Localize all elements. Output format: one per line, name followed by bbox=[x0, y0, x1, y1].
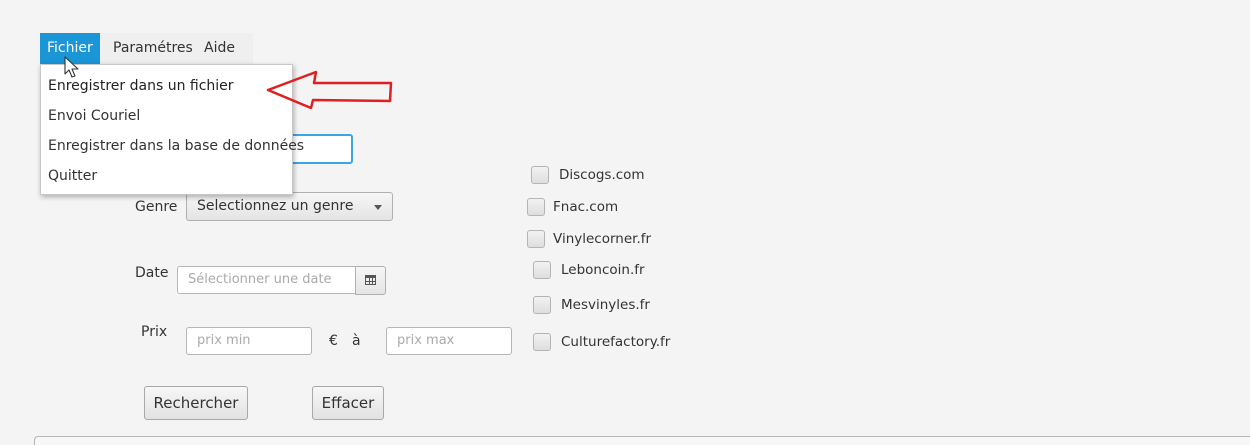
currency-label: € bbox=[329, 333, 338, 349]
site-label: Leboncoin.fr bbox=[561, 262, 645, 278]
site-label: Vinylecorner.fr bbox=[553, 231, 652, 247]
prix-min-input[interactable]: prix min bbox=[186, 327, 312, 355]
site-label: Culturefactory.fr bbox=[561, 334, 671, 350]
menu-parametres[interactable]: Paramétres bbox=[106, 33, 200, 64]
genre-select-value: Selectionnez un genre bbox=[197, 198, 354, 214]
date-picker-button[interactable] bbox=[355, 266, 386, 295]
menu-item-send-email[interactable]: Envoi Couriel bbox=[48, 101, 140, 131]
menu-item-quit[interactable]: Quitter bbox=[48, 161, 97, 191]
checkbox[interactable] bbox=[533, 296, 551, 314]
prix-max-input[interactable]: prix max bbox=[386, 327, 512, 355]
mouse-cursor-icon bbox=[64, 56, 79, 78]
lower-panel-edge bbox=[34, 436, 1250, 445]
genre-select[interactable]: Selectionnez un genre bbox=[186, 192, 393, 221]
menu-aide[interactable]: Aide bbox=[197, 33, 242, 64]
checkbox[interactable] bbox=[527, 198, 545, 216]
calendar-icon bbox=[365, 275, 376, 285]
checkbox[interactable] bbox=[533, 333, 551, 351]
search-button[interactable]: Rechercher bbox=[144, 386, 248, 420]
site-label: Discogs.com bbox=[559, 167, 645, 183]
menu-item-save-database[interactable]: Enregistrer dans la base de données bbox=[48, 131, 304, 161]
checkbox[interactable] bbox=[531, 166, 549, 184]
red-arrow-icon bbox=[266, 70, 393, 110]
site-label: Mesvinyles.fr bbox=[561, 297, 650, 313]
fichier-dropdown-menu: Enregistrer dans un fichier Envoi Courie… bbox=[40, 64, 304, 195]
clear-button[interactable]: Effacer bbox=[312, 386, 384, 420]
site-label: Fnac.com bbox=[553, 199, 619, 215]
prix-label: Prix bbox=[141, 324, 168, 340]
genre-label: Genre bbox=[135, 199, 178, 215]
chevron-down-icon bbox=[374, 205, 382, 210]
checkbox[interactable] bbox=[527, 230, 545, 248]
checkbox[interactable] bbox=[533, 261, 551, 279]
a-label: à bbox=[352, 333, 361, 349]
date-input[interactable]: Sélectionner une date bbox=[177, 266, 357, 294]
date-label: Date bbox=[135, 265, 169, 281]
